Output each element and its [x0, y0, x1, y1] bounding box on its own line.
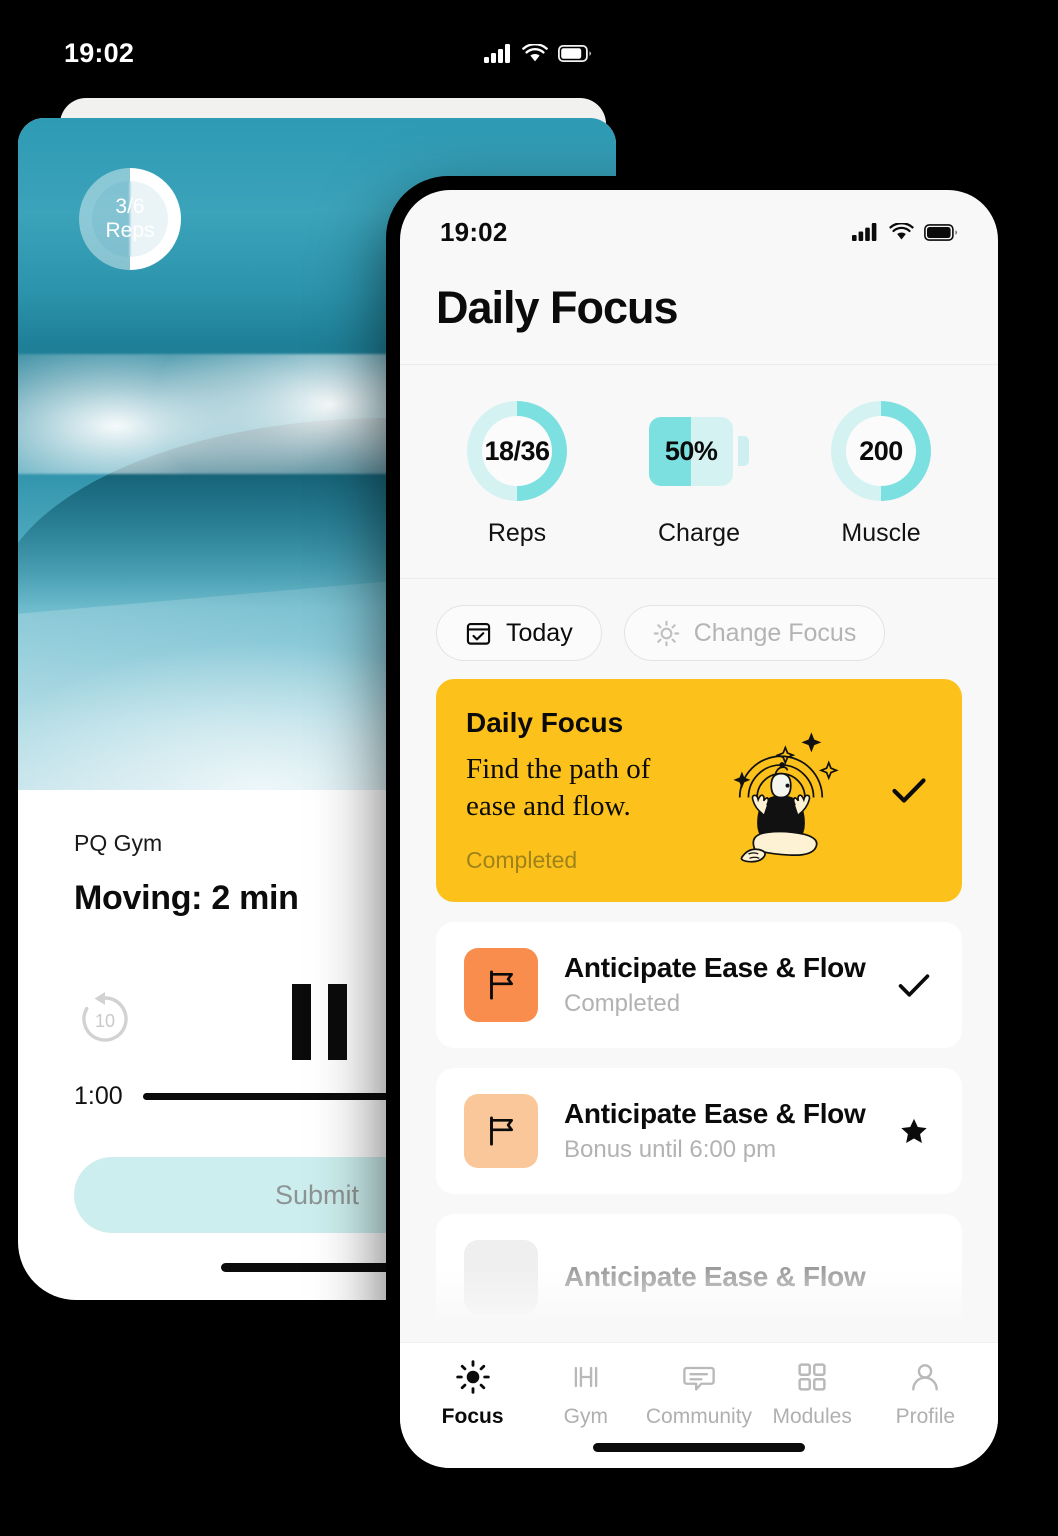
back-reps-unit: Reps [105, 219, 155, 242]
back-reps-progress-ring: 3/6 Reps [79, 168, 181, 270]
tab-profile-label: Profile [895, 1405, 956, 1428]
flag-icon-tile [464, 1240, 538, 1315]
calendar-check-icon [466, 622, 491, 645]
grid-icon [798, 1363, 826, 1391]
page-header: Daily Focus [400, 260, 998, 365]
focus-card-description: Find the path of ease and flow. [466, 753, 651, 823]
chip-change-focus[interactable]: Change Focus [623, 605, 886, 661]
filter-chip-row: Today Change Focus [400, 579, 998, 679]
sun-icon [653, 620, 679, 646]
tab-community-label: Community [645, 1405, 753, 1428]
tab-gym-label: Gym [563, 1405, 608, 1428]
front-status-time: 19:02 [440, 216, 508, 247]
charge-battery-icon: 50% [649, 401, 749, 501]
task-subtitle: Bonus until 6:00 pm [564, 1136, 777, 1164]
sun-icon [455, 1360, 490, 1394]
front-phone-device: 19:02 Daily Focus 18/36 Reps 50% Charge … [386, 176, 1012, 1482]
signal-icon [852, 223, 877, 241]
back-status-bar: 19:02 [18, 10, 638, 96]
focus-card-status: Completed [466, 847, 578, 874]
chip-change-focus-label: Change Focus [693, 618, 857, 647]
task-title: Anticipate Ease & Flow [564, 952, 866, 984]
battery-terminal [738, 436, 749, 466]
front-phone-screen: 19:02 Daily Focus 18/36 Reps 50% Charge … [400, 190, 998, 1468]
battery-icon [558, 44, 592, 62]
dumbbell-icon [574, 1366, 598, 1388]
chip-today[interactable]: Today [436, 605, 602, 661]
tab-modules[interactable]: Modules [756, 1359, 868, 1429]
daily-focus-card[interactable]: Daily Focus Find the path of ease and fl… [436, 679, 962, 903]
muscle-value: 200 [859, 435, 903, 466]
stat-muscle[interactable]: 200 Muscle [791, 401, 971, 548]
person-icon [912, 1364, 939, 1391]
home-indicator [593, 1443, 805, 1452]
task-row-2[interactable]: Anticipate Ease & Flow Bonus until 6:00 … [436, 1068, 962, 1195]
tab-gym[interactable]: Gym [530, 1359, 642, 1429]
chip-today-label: Today [506, 618, 573, 647]
stat-charge[interactable]: 50% Charge [609, 401, 789, 548]
stats-row: 18/36 Reps 50% Charge 200 Muscle [400, 365, 998, 579]
task-title: Anticipate Ease & Flow [564, 1098, 866, 1130]
page-title: Daily Focus [436, 282, 679, 333]
back-elapsed-time: 1:00 [74, 1082, 123, 1110]
flag-icon [490, 970, 513, 1000]
muscle-label: Muscle [841, 519, 921, 547]
task-subtitle: Completed [564, 990, 681, 1018]
rewind-10-icon[interactable]: 10 [74, 988, 136, 1050]
focus-list[interactable]: Daily Focus Find the path of ease and fl… [400, 679, 998, 1342]
tab-profile[interactable]: Profile [869, 1359, 981, 1429]
svg-text:10: 10 [95, 1011, 115, 1031]
front-status-icons [852, 223, 958, 241]
reps-ring: 18/36 [467, 401, 567, 501]
flag-icon [490, 1116, 513, 1146]
task-row-1[interactable]: Anticipate Ease & Flow Completed [436, 922, 962, 1049]
reps-value: 18/36 [484, 435, 550, 466]
tab-community[interactable]: Community [643, 1359, 755, 1429]
battery-icon [924, 223, 958, 241]
flag-icon-tile [464, 1094, 538, 1169]
bottom-tab-bar: Focus Gym Community Modules Profile [400, 1342, 998, 1429]
signal-icon [484, 43, 510, 63]
front-home-indicator-wrap [400, 1429, 998, 1468]
chat-bubble-icon [683, 1366, 715, 1391]
wifi-icon [522, 43, 548, 61]
muscle-ring: 200 [831, 401, 931, 501]
back-status-time: 19:02 [64, 37, 135, 68]
task-title: Anticipate Ease & Flow [564, 1261, 866, 1293]
focus-card-title: Daily Focus [466, 707, 624, 738]
meditation-illustration [676, 715, 886, 867]
back-reps-value: 3/6 [115, 194, 145, 218]
reps-label: Reps [487, 519, 547, 547]
star-icon[interactable] [894, 1116, 934, 1147]
wifi-icon [889, 223, 914, 240]
pause-icon[interactable] [292, 984, 347, 1060]
tab-modules-label: Modules [772, 1405, 852, 1428]
task-row-3[interactable]: Anticipate Ease & Flow [436, 1214, 962, 1341]
stat-reps[interactable]: 18/36 Reps [427, 401, 607, 548]
charge-label: Charge [658, 519, 740, 547]
back-status-icons [484, 43, 592, 63]
front-status-bar: 19:02 [400, 190, 998, 260]
check-icon[interactable] [886, 777, 932, 804]
tab-focus[interactable]: Focus [417, 1359, 529, 1429]
back-home-indicator [221, 1263, 413, 1272]
charge-value: 50% [664, 435, 718, 466]
tab-focus-label: Focus [441, 1405, 504, 1428]
flag-icon-tile [464, 948, 538, 1023]
check-icon[interactable] [894, 973, 934, 998]
